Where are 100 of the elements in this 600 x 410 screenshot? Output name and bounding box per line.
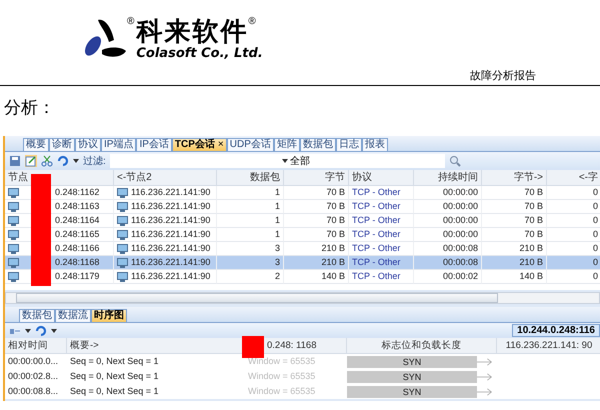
arrow-icon [477,386,493,396]
tab[interactable]: 日志 [336,138,362,151]
packet-bar: SYN [347,356,477,368]
table-cell: 00:00:00 [414,228,482,242]
tab[interactable]: TCP会话 × [172,138,227,151]
caret-icon[interactable] [73,159,79,163]
save-icon[interactable] [9,155,21,167]
tab[interactable]: IP会话 [136,138,172,151]
tab[interactable]: UDP会话 [226,138,274,151]
tab[interactable]: 报表 [362,138,388,151]
company-name: 科来软件 [136,16,248,46]
table-cell-text: Seq = 0, Next Seq = 1 [69,355,160,368]
company-name-english: Colasoft Co., Ltd. [136,46,263,62]
table-cell: 2 [217,270,284,284]
horizontal-scrollbar[interactable] [5,292,600,304]
computer-icon [117,216,128,226]
column-header[interactable]: 节点 [8,172,28,183]
table-cell-text: Seq = 0, Next Seq = 1 [69,370,160,383]
computer-icon [117,230,128,240]
table-cell: 70 B [482,214,547,228]
caret-icon[interactable] [25,328,31,332]
computer-icon [117,188,128,198]
table-cell: TCP - Other [349,200,414,214]
table-cell: 0 [547,186,600,200]
tab[interactable]: 矩阵 [274,138,300,151]
computer-icon [8,202,19,212]
tab[interactable]: 数据包 [300,138,336,151]
tab[interactable]: 诊断 [49,138,75,151]
caret-icon[interactable] [282,159,288,163]
table-cell: 1 [217,214,284,228]
table-cell: 00:00:00 [414,186,482,200]
table-cell: 00:00:00 [414,200,482,214]
refresh-icon[interactable] [57,155,69,167]
scissors-icon[interactable] [41,155,53,167]
table-cell: 1 [217,200,284,214]
table-cell: 70 B [482,228,547,242]
table-cell: 0 [547,214,600,228]
tab[interactable]: 数据包 [19,309,55,322]
filter-label: 过滤: [83,154,106,168]
arrow-icon [477,372,493,382]
registered-mark: ® [127,16,134,27]
computer-icon [117,202,128,212]
table-cell: 3 [217,256,284,270]
table-cell: 116.236.221.141:90 [114,270,217,284]
table-cell-text: 00:00:02.8... [7,370,60,383]
tab[interactable]: 概要 [23,138,49,151]
redaction-mark [242,336,264,358]
table-cell: 116.236.221.141:90 [114,256,217,270]
caret-icon[interactable] [51,328,57,332]
table-cell: 210 B [284,256,349,270]
section-heading: 分析： [3,97,56,119]
table-cell: TCP - Other [349,256,414,270]
filter-dropdown[interactable]: 全部 [110,154,445,168]
table-cell: TCP - Other [349,270,414,284]
table-cell: 1 [217,186,284,200]
table-cell: 0 [547,200,600,214]
table-cell: TCP - Other [349,214,414,228]
arrow-icon [477,356,493,366]
table-cell: 116.236.221.141:90 [114,228,217,242]
computer-icon [117,272,128,282]
table-cell-text: 00:00:08.8... [7,385,60,398]
table-cell: 1 [217,228,284,242]
packet-bar: SYN [347,370,477,382]
table-cell: 116.236.221.141:90 [114,214,217,228]
table-cell: 00:00:00 [414,214,482,228]
refresh-icon[interactable] [35,324,47,336]
table-cell: 140 B [482,270,547,284]
table-cell: 00:00:08 [414,256,482,270]
table-cell: 0 [547,228,600,242]
table-cell-text: Seq = 0, Next Seq = 1 [69,385,160,398]
close-icon[interactable]: × [218,139,224,150]
search-icon[interactable] [448,155,461,167]
computer-icon [8,230,19,240]
table-cell: 0 [547,256,600,270]
table-cell: 116.236.221.141:90 [114,200,217,214]
tab[interactable]: IP端点 [101,138,136,151]
table-cell: 70 B [284,214,349,228]
tab[interactable]: 时序图 [91,309,127,322]
computer-icon [8,244,19,254]
table-cell: TCP - Other [349,228,414,242]
table-cell: 70 B [284,186,349,200]
computer-icon [8,272,19,282]
tab[interactable]: 数据流 [55,309,91,322]
tab[interactable]: 协议 [75,138,101,151]
report-title: 故障分析报告 [470,68,536,83]
table-cell-text: Window = 65535 [247,355,316,368]
computer-icon [8,216,19,226]
table-cell: 70 B [284,228,349,242]
computer-icon [117,258,128,268]
computer-icon [8,258,19,268]
table-cell: 70 B [482,200,547,214]
computer-icon [117,244,128,254]
table-cell: 70 B [482,186,547,200]
column-header[interactable]: 概要-> [70,340,99,351]
table-cell: 0 [547,270,600,284]
table-cell-text: Window = 65535 [247,370,316,383]
table-cell: 140 B [284,270,349,284]
packet-bar: SYN [347,386,477,398]
registered-mark: ® [248,16,256,27]
table-cell: 00:00:02 [414,270,482,284]
